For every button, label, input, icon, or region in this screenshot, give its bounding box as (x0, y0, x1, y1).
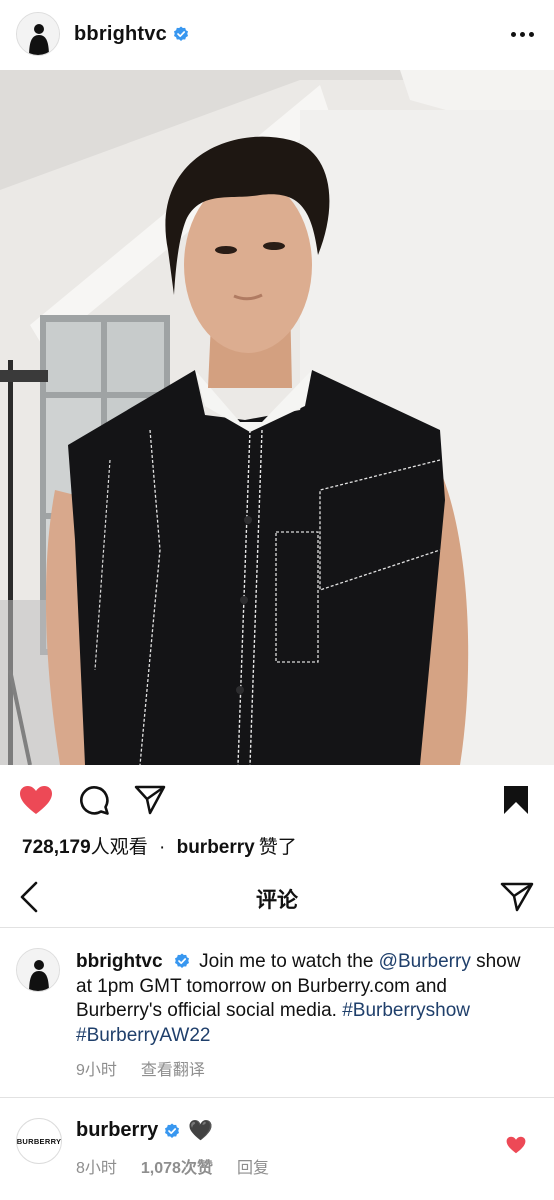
verified-badge-icon (173, 26, 188, 41)
view-suffix: 人观看 (90, 837, 148, 858)
avatar-image (17, 13, 59, 55)
comment-item: BURBERRY burberry 🖤 8小时 1,078次赞 回复 (0, 1100, 554, 1200)
verified-badge-icon (165, 1123, 180, 1138)
comment-time: 8小时 (76, 1160, 117, 1177)
liked-suffix: 赞了 (258, 837, 297, 858)
comment-meta: 8小时 1,078次赞 回复 (76, 1154, 269, 1178)
caption-avatar[interactable] (16, 948, 60, 992)
view-count-line: 728,179人观看 · burberry 赞了 (22, 832, 297, 859)
view-count: 728,179 (22, 837, 91, 858)
heart-filled-icon (506, 1136, 526, 1154)
liked-by-user[interactable]: burberry (177, 837, 255, 858)
share-button[interactable] (132, 782, 168, 818)
reply-button[interactable]: 回复 (237, 1154, 269, 1178)
post-actions (0, 778, 554, 822)
comment-button[interactable] (76, 782, 112, 818)
comment-icon (80, 786, 109, 815)
heart-filled-icon (20, 786, 52, 814)
comment-text: 🖤 (188, 1120, 214, 1142)
caption-time: 9小时 (76, 1062, 117, 1079)
caption-body-start: Join me to watch the (199, 951, 374, 972)
post-username[interactable]: bbrightvc (74, 23, 167, 46)
send-icon (134, 785, 166, 815)
comment-line: burberry 🖤 (76, 1118, 213, 1143)
comment-like-button[interactable] (506, 1136, 526, 1159)
like-button[interactable] (18, 782, 54, 818)
comment-username[interactable]: burberry (76, 1119, 158, 1142)
share-comments-button[interactable] (498, 878, 536, 916)
bookmark-filled-icon (504, 786, 528, 814)
save-button[interactable] (498, 782, 534, 818)
comments-header: 评论 (0, 866, 554, 928)
caption-text: bbrightvc Join me to watch the @Burberry… (76, 950, 538, 1048)
post-header: bbrightvc (0, 0, 554, 68)
hashtag-link[interactable]: #Burberryshow (342, 1000, 470, 1021)
comment-likes[interactable]: 1,078次赞 (141, 1154, 213, 1178)
more-horizontal-icon (511, 31, 516, 37)
avatar[interactable] (16, 12, 60, 56)
caption-mention[interactable]: @Burberry (379, 951, 471, 972)
post-video[interactable] (0, 70, 554, 765)
separator: · (158, 837, 166, 858)
hashtag-link[interactable]: #BurberryAW22 (76, 1025, 210, 1046)
avatar-image (17, 949, 59, 991)
caption-username[interactable]: bbrightvc (76, 951, 163, 972)
more-options-button[interactable] (507, 24, 538, 45)
comment-avatar[interactable]: BURBERRY (16, 1118, 62, 1164)
caption-meta: 9小时 查看翻译 (76, 1056, 205, 1080)
verified-badge-icon (174, 953, 189, 968)
send-icon (500, 882, 534, 912)
translate-link[interactable]: 查看翻译 (141, 1056, 205, 1080)
caption-block: bbrightvc Join me to watch the @Burberry… (0, 930, 554, 1098)
comments-title: 评论 (256, 889, 298, 912)
video-frame (0, 70, 554, 765)
